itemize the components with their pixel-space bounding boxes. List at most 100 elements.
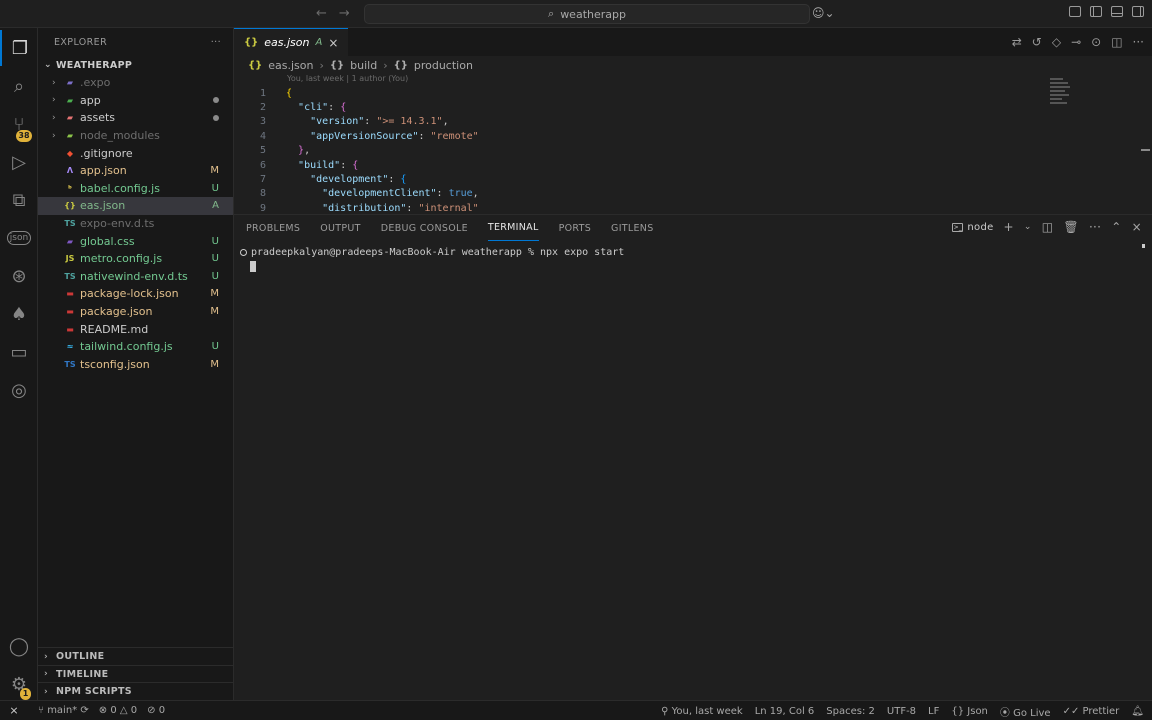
remote-explorer-icon[interactable]: ▭ <box>0 334 38 370</box>
tree-item-babel-config-js[interactable]: ᵇ babel.config.js U <box>38 180 233 198</box>
extensions-icon[interactable]: ⧉ <box>0 182 38 218</box>
notifications-bell-icon[interactable]: 🔔︎ <box>1131 706 1144 717</box>
tree-item-expo-env-d-ts[interactable]: TS expo-env.d.ts <box>38 215 233 233</box>
new-terminal-plus-icon[interactable]: + <box>1004 220 1014 234</box>
explorer-icon[interactable]: ❐ <box>0 30 38 66</box>
toggle-primary-sidebar-icon[interactable] <box>1090 6 1102 17</box>
command-center-search[interactable]: ⌕ weatherapp <box>364 4 810 24</box>
tab-gitlens[interactable]: GITLENS <box>611 215 654 241</box>
json-tools-icon[interactable]: json <box>0 220 38 256</box>
terminal-selector[interactable]: >_ node <box>952 222 993 233</box>
language-mode[interactable]: {} Json <box>951 706 988 717</box>
chevron-down-icon[interactable]: ⌄ <box>1024 222 1032 232</box>
breadcrumb-item-production[interactable]: production <box>414 59 473 72</box>
go-live-button[interactable]: ⦿ Go Live <box>1000 704 1051 719</box>
minimap[interactable] <box>1050 78 1072 112</box>
remote-indicator-icon[interactable]: ⨯ <box>0 701 28 720</box>
line-text: "appVersionSource": "remote" <box>266 131 479 142</box>
gitlens-inspect-icon[interactable]: ◎ <box>0 372 38 408</box>
codelens-blame[interactable]: You, last week | 1 author (You) <box>234 74 1152 86</box>
gitlens-icon[interactable]: ⊛ <box>0 258 38 294</box>
end-of-line[interactable]: LF <box>928 706 939 717</box>
tree-item-app-json[interactable]: Λapp.json M <box>38 162 233 180</box>
indentation[interactable]: Spaces: 2 <box>826 706 875 717</box>
previous-revision-icon[interactable]: ↺ <box>1032 35 1042 49</box>
toggle-panel-icon[interactable] <box>1111 6 1123 17</box>
explorer-sidebar: EXPLORER ··· ⌄ WEATHERAPP › ▰ .expo › ▰ app › ▰… <box>38 28 234 700</box>
tree-item-tsconfig-json[interactable]: TS tsconfig.json M <box>38 356 233 374</box>
line-number: 3 <box>259 116 266 128</box>
accounts-icon[interactable]: ◯ <box>0 628 38 664</box>
tab-output[interactable]: OUTPUT <box>320 215 361 241</box>
forward-arrow-icon[interactable]: → <box>339 6 350 21</box>
tree-item-package-json[interactable]: ▬ package.json M <box>38 303 233 321</box>
tab-eas-json[interactable]: {} eas.json A × <box>234 28 349 56</box>
tree-item-label: README.md <box>80 322 149 336</box>
tree-item-assets[interactable]: › ▰ assets <box>38 109 233 127</box>
gitlens-commit-icon[interactable]: ◇ <box>1052 35 1061 49</box>
tree-item-tailwind-config-js[interactable]: ≈ tailwind.config.js U <box>38 338 233 356</box>
activity-bar: ❐ ⌕ ⑂ 38 ▷ ⧉ json ⊛ ♠ ▭ ◎ ◯ ⚙ 1 <box>0 28 38 700</box>
manage-gear-icon[interactable]: ⚙ 1 <box>0 666 38 702</box>
close-panel-icon[interactable]: × <box>1132 220 1142 234</box>
trash-icon[interactable]: 🗑 <box>1063 220 1079 234</box>
file-tree: › ▰ .expo › ▰ app › ▰ assets › ▰ node_modules ◆ .giti… <box>38 74 233 373</box>
gitlens-graph-icon[interactable]: ⊙ <box>1091 35 1101 49</box>
branch-indicator[interactable]: ⑂ main* ⟳ <box>38 705 89 716</box>
line-text: "development": { <box>266 174 406 185</box>
git-blame-indicator[interactable]: ⚲ You, last week <box>661 706 743 717</box>
prettier-indicator[interactable]: ✓✓ Prettier <box>1063 706 1120 717</box>
tree-item-app[interactable]: › ▰ app <box>38 92 233 110</box>
outline-section[interactable]: › OUTLINE <box>38 647 233 665</box>
npm-scripts-section[interactable]: › NPM SCRIPTS <box>38 682 233 700</box>
tree-item-global-css[interactable]: ▰ global.css U <box>38 232 233 250</box>
tree-item-readme-md[interactable]: ▬ README.md <box>38 320 233 338</box>
close-icon[interactable]: × <box>328 36 338 50</box>
mongodb-leaf-icon[interactable]: ♠ <box>0 296 38 332</box>
token-brace3: { <box>400 174 407 186</box>
more-actions-icon[interactable]: ··· <box>1133 35 1144 49</box>
problems-indicator[interactable]: ⊗ 0 △ 0 <box>99 705 137 716</box>
copilot-icon[interactable]: ☺⌄ <box>812 6 835 20</box>
next-revision-icon[interactable]: ⊸ <box>1071 35 1081 49</box>
tab-terminal[interactable]: TERMINAL <box>487 215 539 241</box>
timeline-section[interactable]: › TIMELINE <box>38 664 233 683</box>
breadcrumb-item-file[interactable]: eas.json <box>268 59 313 72</box>
tab-ports[interactable]: PORTS <box>559 215 591 241</box>
customize-layout-icon[interactable] <box>1069 6 1081 17</box>
breadcrumb-item-build[interactable]: build <box>350 59 377 72</box>
split-terminal-icon[interactable]: ◫ <box>1042 220 1054 234</box>
project-folder-header[interactable]: ⌄ WEATHERAPP <box>38 56 233 74</box>
search-view-icon[interactable]: ⌕ <box>0 68 38 104</box>
toggle-secondary-sidebar-icon[interactable] <box>1132 6 1144 17</box>
tree-item-label: babel.config.js <box>80 181 160 195</box>
tree-item-nativewind-env-d-ts[interactable]: TS nativewind-env.d.ts U <box>38 268 233 286</box>
more-actions-icon[interactable]: ··· <box>1089 220 1101 234</box>
branch-icon: ⑂ <box>38 705 48 716</box>
tab-problems[interactable]: PROBLEMS <box>246 215 300 241</box>
encoding[interactable]: UTF-8 <box>887 706 916 717</box>
back-arrow-icon[interactable]: ← <box>316 6 327 21</box>
tree-item-eas-json[interactable]: {} eas.json A <box>38 197 233 215</box>
terminal-output[interactable]: pradeepkalyan@pradeeps-MacBook-Air weath… <box>234 241 1152 273</box>
code-editor[interactable]: 1{2 "cli": {3 "version": ">= 14.3.1", 4 "… <box>234 86 1152 216</box>
maximize-panel-icon[interactable]: ⌃ <box>1111 220 1121 234</box>
cursor-position[interactable]: Ln 19, Col 6 <box>755 706 815 717</box>
line-number: 2 <box>259 102 266 114</box>
tree-item-gitignore[interactable]: ◆ .gitignore <box>38 144 233 162</box>
source-control-icon[interactable]: ⑂ 38 <box>0 106 38 142</box>
tab-debug-console[interactable]: DEBUG CONSOLE <box>381 215 468 241</box>
explorer-more-icon[interactable]: ··· <box>211 37 221 48</box>
status-right: ⚲ You, last week Ln 19, Col 6 Spaces: 2 … <box>661 701 1144 720</box>
command-decoration-icon[interactable] <box>240 248 247 256</box>
tree-item-node-modules[interactable]: › ▰ node_modules <box>38 127 233 145</box>
tree-item-expo[interactable]: › ▰ .expo <box>38 74 233 92</box>
ports-indicator[interactable]: ⊘ 0 <box>147 705 165 716</box>
token-punct: : <box>328 102 341 114</box>
tree-item-package-lock-json[interactable]: ▬ package-lock.json M <box>38 285 233 303</box>
tree-item-metro-config-js[interactable]: JS metro.config.js U <box>38 250 233 268</box>
split-editor-icon[interactable]: ◫ <box>1111 35 1122 49</box>
run-debug-icon[interactable]: ▷ <box>0 144 38 180</box>
tree-item-label: eas.json <box>80 199 126 213</box>
compare-changes-icon[interactable]: ⇄ <box>1012 35 1022 49</box>
